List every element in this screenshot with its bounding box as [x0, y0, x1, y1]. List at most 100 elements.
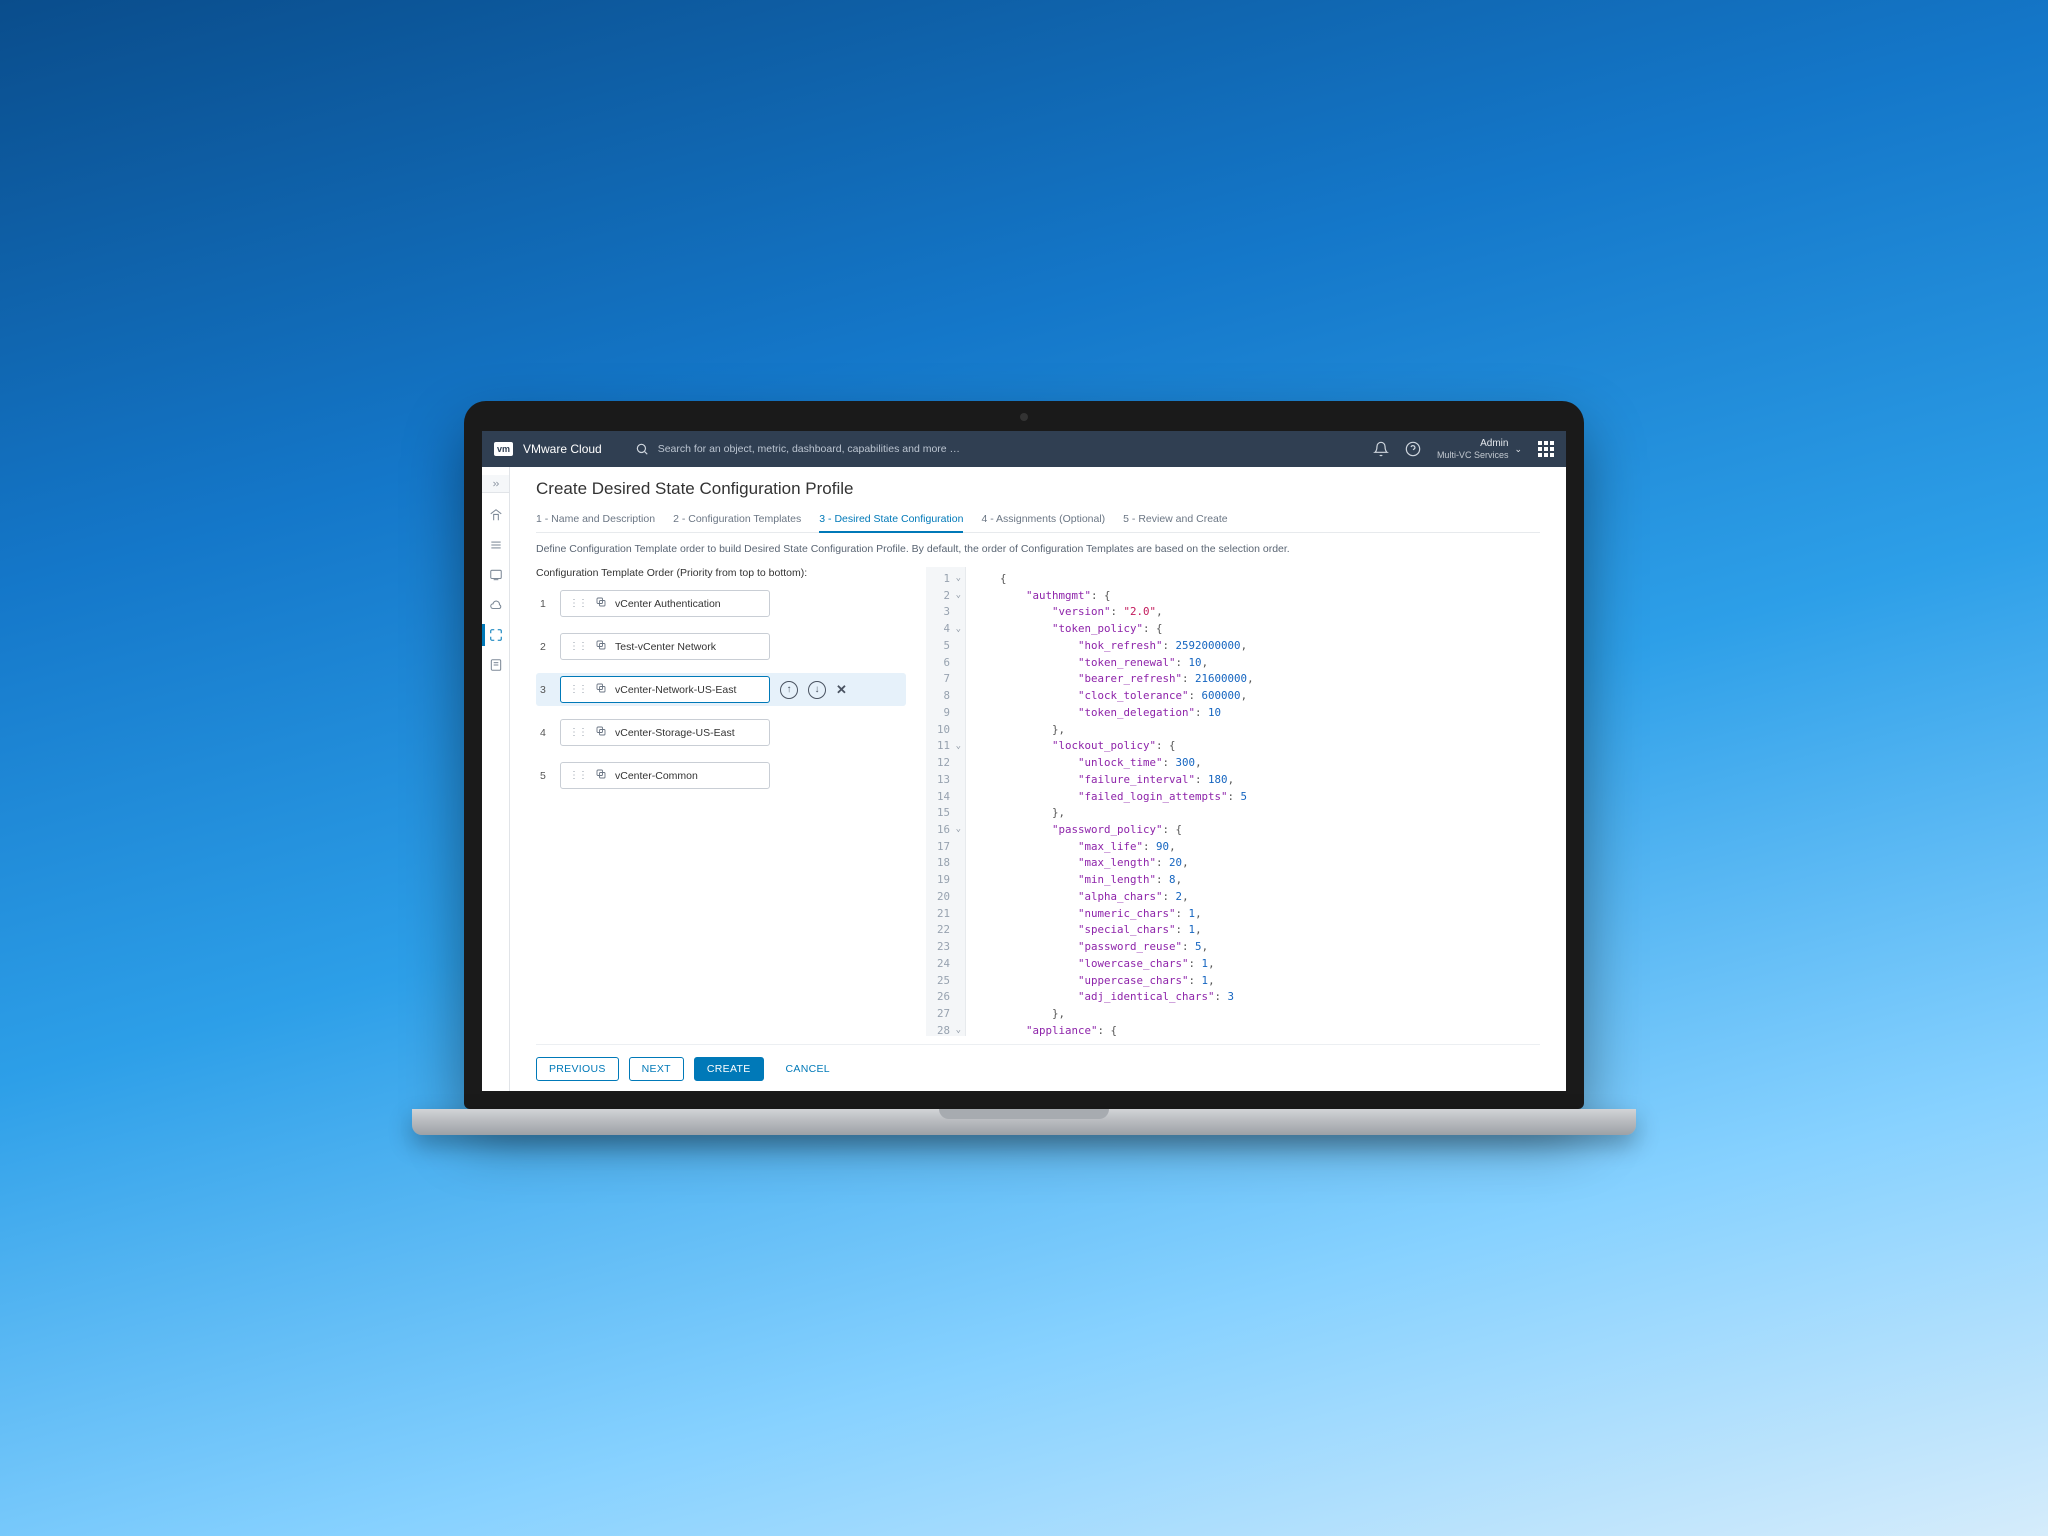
drag-handle-icon[interactable]: ⋮⋮ [569, 684, 587, 695]
gutter-line: 20 [934, 889, 961, 906]
wizard-step[interactable]: 4 - Assignments (Optional) [981, 513, 1105, 532]
gutter-line: 10 [934, 722, 961, 739]
code-line: "max_life": 90, [974, 839, 1254, 856]
template-order-label: Configuration Template Order (Priority f… [536, 567, 906, 579]
gutter-line: 5 [934, 638, 961, 655]
notifications-icon[interactable] [1373, 441, 1389, 457]
gutter-line: 23 [934, 939, 961, 956]
template-name: vCenter Authentication [615, 598, 721, 610]
page-title: Create Desired State Configuration Profi… [536, 479, 1540, 499]
code-line: "failure_interval": 180, [974, 772, 1254, 789]
code-line: "max_length": 20, [974, 855, 1254, 872]
code-line: "adj_identical_chars": 3 [974, 989, 1254, 1006]
gutter-line: 13 [934, 772, 961, 789]
template-row[interactable]: 5 ⋮⋮ vCenter-Common [536, 759, 906, 792]
row-number: 4 [540, 727, 550, 739]
template-row[interactable]: 3⋮⋮vCenter-Network-US-East↑↓✕ [536, 673, 906, 706]
gutter-line: 12 [934, 755, 961, 772]
code-line: }, [974, 805, 1254, 822]
create-button[interactable]: CREATE [694, 1057, 764, 1081]
gutter-line: 4⌄ [934, 621, 961, 638]
json-preview: 1⌄2⌄34⌄567891011⌄1213141516⌄171819202122… [926, 567, 1540, 1036]
code-line: "password_reuse": 5, [974, 939, 1254, 956]
code-line: "alpha_chars": 2, [974, 889, 1254, 906]
code-line: "bearer_refresh": 21600000, [974, 671, 1254, 688]
gutter-line: 28⌄ [934, 1023, 961, 1036]
template-name: vCenter-Storage-US-East [615, 727, 735, 739]
gutter-line: 9 [934, 705, 961, 722]
nav-item-list[interactable] [488, 537, 504, 553]
template-box[interactable]: ⋮⋮ vCenter Authentication [560, 590, 770, 617]
code-line: "password_policy": { [974, 822, 1254, 839]
gutter-line: 7 [934, 671, 961, 688]
drag-handle-icon[interactable]: ⋮⋮ [569, 641, 587, 652]
wizard-step[interactable]: 5 - Review and Create [1123, 513, 1227, 532]
code-line: "token_policy": { [974, 621, 1254, 638]
template-list: 1 ⋮⋮ vCenter Authentication 2 ⋮⋮Test-vCenter… [536, 587, 906, 792]
gutter-line: 21 [934, 906, 961, 923]
row-number: 2 [540, 641, 550, 653]
row-number: 5 [540, 770, 550, 782]
wizard-step[interactable]: 1 - Name and Description [536, 513, 655, 532]
gutter-line: 25 [934, 973, 961, 990]
template-row[interactable]: 1 ⋮⋮ vCenter Authentication [536, 587, 906, 620]
template-box[interactable]: ⋮⋮ vCenter-Storage-US-East [560, 719, 770, 746]
code-line: "min_length": 8, [974, 872, 1254, 889]
vmware-logo: vm [494, 442, 513, 456]
gutter-line: 11⌄ [934, 738, 961, 755]
cancel-button[interactable]: CANCEL [774, 1057, 842, 1081]
wizard-step[interactable]: 3 - Desired State Configuration [819, 513, 963, 533]
template-box[interactable]: ⋮⋮ vCenter-Network-US-East [560, 676, 770, 703]
drag-handle-icon[interactable]: ⋮⋮ [569, 598, 587, 609]
code-line: "token_renewal": 10, [974, 655, 1254, 672]
copy-icon [595, 682, 607, 697]
nav-item-reports[interactable] [488, 657, 504, 673]
code-line: "failed_login_attempts": 5 [974, 789, 1254, 806]
row-number: 1 [540, 598, 550, 610]
code-line: "appliance": { [974, 1023, 1254, 1036]
nav-item-config[interactable] [488, 627, 504, 643]
gutter-line: 27 [934, 1006, 961, 1023]
move-down-button[interactable]: ↓ [808, 681, 826, 699]
code-line: }, [974, 1006, 1254, 1023]
template-row[interactable]: 2 ⋮⋮Test-vCenter Network [536, 630, 906, 663]
code-line: "clock_tolerance": 600000, [974, 688, 1254, 705]
wizard-step[interactable]: 2 - Configuration Templates [673, 513, 801, 532]
copy-icon [595, 725, 607, 740]
left-nav [482, 467, 510, 1091]
drag-handle-icon[interactable]: ⋮⋮ [569, 770, 587, 781]
app-launcher-icon[interactable] [1538, 441, 1554, 457]
next-button[interactable]: NEXT [629, 1057, 684, 1081]
previous-button[interactable]: PREVIOUS [536, 1057, 619, 1081]
gutter-line: 3 [934, 604, 961, 621]
code-line: "lockout_policy": { [974, 738, 1254, 755]
help-icon[interactable] [1405, 441, 1421, 457]
gutter-line: 26 [934, 989, 961, 1006]
gutter-line: 8 [934, 688, 961, 705]
gutter-line: 18 [934, 855, 961, 872]
gutter-line: 1⌄ [934, 571, 961, 588]
remove-button[interactable]: ✕ [836, 682, 847, 698]
template-row[interactable]: 4 ⋮⋮ vCenter-Storage-US-East [536, 716, 906, 749]
gutter-line: 14 [934, 789, 961, 806]
gutter-line: 16⌄ [934, 822, 961, 839]
code-line: "unlock_time": 300, [974, 755, 1254, 772]
gutter-line: 19 [934, 872, 961, 889]
user-menu[interactable]: Admin Multi-VC Services ⌄ [1437, 438, 1522, 460]
global-search[interactable]: Search for an object, metric, dashboard,… [634, 441, 960, 457]
search-placeholder: Search for an object, metric, dashboard,… [658, 443, 960, 455]
nav-collapse-toggle[interactable] [482, 475, 509, 493]
template-name: vCenter-Common [615, 770, 698, 782]
template-box[interactable]: ⋮⋮ vCenter-Common [560, 762, 770, 789]
gutter-line: 6 [934, 655, 961, 672]
nav-item-cloud[interactable] [488, 597, 504, 613]
nav-item-home[interactable] [488, 507, 504, 523]
template-box[interactable]: ⋮⋮Test-vCenter Network [560, 633, 770, 660]
copy-icon [595, 768, 607, 783]
code-line: "uppercase_chars": 1, [974, 973, 1254, 990]
drag-handle-icon[interactable]: ⋮⋮ [569, 727, 587, 738]
template-name: vCenter-Network-US-East [615, 684, 736, 696]
move-up-button[interactable]: ↑ [780, 681, 798, 699]
copy-icon [595, 596, 607, 611]
nav-item-workspace[interactable] [488, 567, 504, 583]
